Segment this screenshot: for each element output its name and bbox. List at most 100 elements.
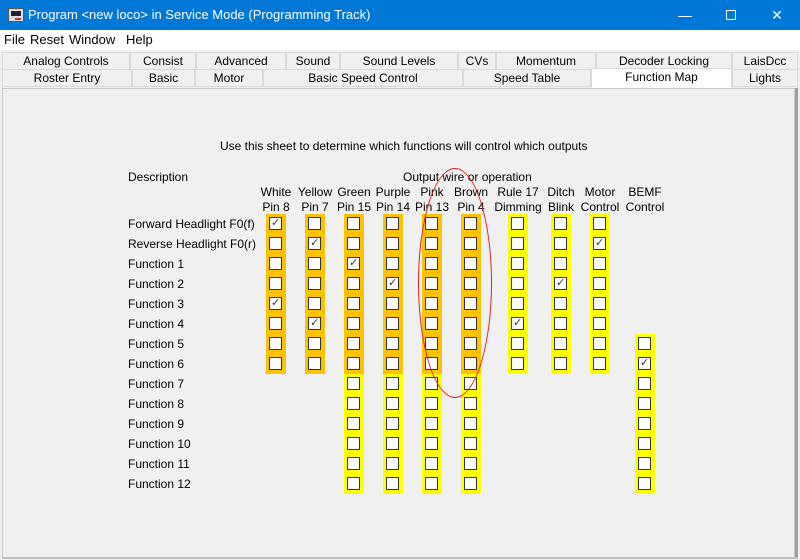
function-output-checkbox[interactable] bbox=[425, 397, 438, 410]
function-output-checkbox[interactable] bbox=[554, 276, 567, 290]
function-output-checkbox[interactable] bbox=[511, 237, 524, 250]
function-output-checkbox[interactable] bbox=[308, 277, 321, 290]
function-output-checkbox[interactable] bbox=[269, 216, 282, 230]
function-output-checkbox[interactable] bbox=[464, 477, 477, 490]
function-output-checkbox[interactable] bbox=[386, 477, 399, 490]
function-output-checkbox[interactable] bbox=[511, 316, 524, 330]
tab-cvs[interactable]: CVs bbox=[458, 52, 496, 70]
function-output-checkbox[interactable] bbox=[347, 317, 360, 330]
function-output-checkbox[interactable] bbox=[464, 417, 477, 430]
maximize-button[interactable] bbox=[708, 0, 754, 30]
function-output-checkbox[interactable] bbox=[464, 437, 477, 450]
menu-reset[interactable]: Reset bbox=[30, 32, 64, 47]
function-output-checkbox[interactable] bbox=[386, 377, 399, 390]
function-output-checkbox[interactable] bbox=[511, 357, 524, 370]
function-output-checkbox[interactable] bbox=[511, 277, 524, 290]
function-output-checkbox[interactable] bbox=[386, 337, 399, 350]
function-output-checkbox[interactable] bbox=[269, 257, 282, 270]
function-output-checkbox[interactable] bbox=[308, 297, 321, 310]
function-output-checkbox[interactable] bbox=[554, 237, 567, 250]
function-output-checkbox[interactable] bbox=[386, 417, 399, 430]
function-output-checkbox[interactable] bbox=[347, 377, 360, 390]
function-output-checkbox[interactable] bbox=[308, 257, 321, 270]
function-output-checkbox[interactable] bbox=[593, 277, 606, 290]
function-output-checkbox[interactable] bbox=[593, 297, 606, 310]
function-output-checkbox[interactable] bbox=[464, 457, 477, 470]
function-output-checkbox[interactable] bbox=[386, 257, 399, 270]
menu-help[interactable]: Help bbox=[126, 32, 153, 47]
function-output-checkbox[interactable] bbox=[554, 297, 567, 310]
function-output-checkbox[interactable] bbox=[308, 217, 321, 230]
function-output-checkbox[interactable] bbox=[386, 317, 399, 330]
function-output-checkbox[interactable] bbox=[511, 337, 524, 350]
function-output-checkbox[interactable] bbox=[554, 357, 567, 370]
function-output-checkbox[interactable] bbox=[554, 337, 567, 350]
function-output-checkbox[interactable] bbox=[554, 257, 567, 270]
function-output-checkbox[interactable] bbox=[638, 397, 651, 410]
function-output-checkbox[interactable] bbox=[347, 437, 360, 450]
function-output-checkbox[interactable] bbox=[347, 337, 360, 350]
function-output-checkbox[interactable] bbox=[347, 277, 360, 290]
function-output-checkbox[interactable] bbox=[269, 237, 282, 250]
function-output-checkbox[interactable] bbox=[638, 457, 651, 470]
function-output-checkbox[interactable] bbox=[347, 297, 360, 310]
function-output-checkbox[interactable] bbox=[593, 257, 606, 270]
function-output-checkbox[interactable] bbox=[554, 217, 567, 230]
function-output-checkbox[interactable] bbox=[638, 377, 651, 390]
function-output-checkbox[interactable] bbox=[347, 417, 360, 430]
tab-basic[interactable]: Basic bbox=[132, 69, 195, 87]
tab-roster-entry[interactable]: Roster Entry bbox=[2, 69, 132, 87]
function-output-checkbox[interactable] bbox=[308, 357, 321, 370]
function-output-checkbox[interactable] bbox=[308, 337, 321, 350]
minimize-button[interactable]: — bbox=[662, 0, 708, 30]
function-output-checkbox[interactable] bbox=[511, 257, 524, 270]
tab-analog-controls[interactable]: Analog Controls bbox=[2, 52, 130, 70]
menu-window[interactable]: Window bbox=[69, 32, 115, 47]
tab-sound[interactable]: Sound bbox=[286, 52, 340, 70]
function-output-checkbox[interactable] bbox=[269, 296, 282, 310]
menu-file[interactable]: File bbox=[4, 32, 25, 47]
function-output-checkbox[interactable] bbox=[511, 297, 524, 310]
function-output-checkbox[interactable] bbox=[386, 457, 399, 470]
close-button[interactable]: ✕ bbox=[754, 0, 800, 30]
function-output-checkbox[interactable] bbox=[347, 217, 360, 230]
function-output-checkbox[interactable] bbox=[269, 357, 282, 370]
function-output-checkbox[interactable] bbox=[593, 236, 606, 250]
function-output-checkbox[interactable] bbox=[593, 337, 606, 350]
tab-motor[interactable]: Motor bbox=[195, 69, 263, 87]
function-output-checkbox[interactable] bbox=[638, 417, 651, 430]
function-output-checkbox[interactable] bbox=[425, 477, 438, 490]
tab-basic-speed-control[interactable]: Basic Speed Control bbox=[263, 69, 463, 87]
function-output-checkbox[interactable] bbox=[347, 397, 360, 410]
function-output-checkbox[interactable] bbox=[386, 297, 399, 310]
function-output-checkbox[interactable] bbox=[269, 277, 282, 290]
tab-laisdcc[interactable]: LaisDcc bbox=[732, 52, 798, 70]
function-output-checkbox[interactable] bbox=[593, 317, 606, 330]
function-output-checkbox[interactable] bbox=[511, 217, 524, 230]
function-output-checkbox[interactable] bbox=[386, 217, 399, 230]
tab-sound-levels[interactable]: Sound Levels bbox=[340, 52, 458, 70]
function-output-checkbox[interactable] bbox=[638, 337, 651, 350]
function-output-checkbox[interactable] bbox=[386, 237, 399, 250]
tab-advanced[interactable]: Advanced bbox=[196, 52, 286, 70]
tab-consist[interactable]: Consist bbox=[130, 52, 196, 70]
function-output-checkbox[interactable] bbox=[638, 477, 651, 490]
function-output-checkbox[interactable] bbox=[425, 437, 438, 450]
function-output-checkbox[interactable] bbox=[386, 437, 399, 450]
function-output-checkbox[interactable] bbox=[638, 356, 651, 370]
function-output-checkbox[interactable] bbox=[593, 217, 606, 230]
function-output-checkbox[interactable] bbox=[347, 237, 360, 250]
function-output-checkbox[interactable] bbox=[347, 477, 360, 490]
function-output-checkbox[interactable] bbox=[425, 417, 438, 430]
tab-function-map[interactable]: Function Map bbox=[591, 68, 732, 88]
function-output-checkbox[interactable] bbox=[386, 397, 399, 410]
function-output-checkbox[interactable] bbox=[269, 317, 282, 330]
function-output-checkbox[interactable] bbox=[425, 457, 438, 470]
function-output-checkbox[interactable] bbox=[269, 337, 282, 350]
function-output-checkbox[interactable] bbox=[464, 397, 477, 410]
function-output-checkbox[interactable] bbox=[386, 276, 399, 290]
tab-lights[interactable]: Lights bbox=[732, 69, 798, 87]
tab-speed-table[interactable]: Speed Table bbox=[463, 69, 591, 87]
function-output-checkbox[interactable] bbox=[347, 256, 360, 270]
function-output-checkbox[interactable] bbox=[347, 457, 360, 470]
